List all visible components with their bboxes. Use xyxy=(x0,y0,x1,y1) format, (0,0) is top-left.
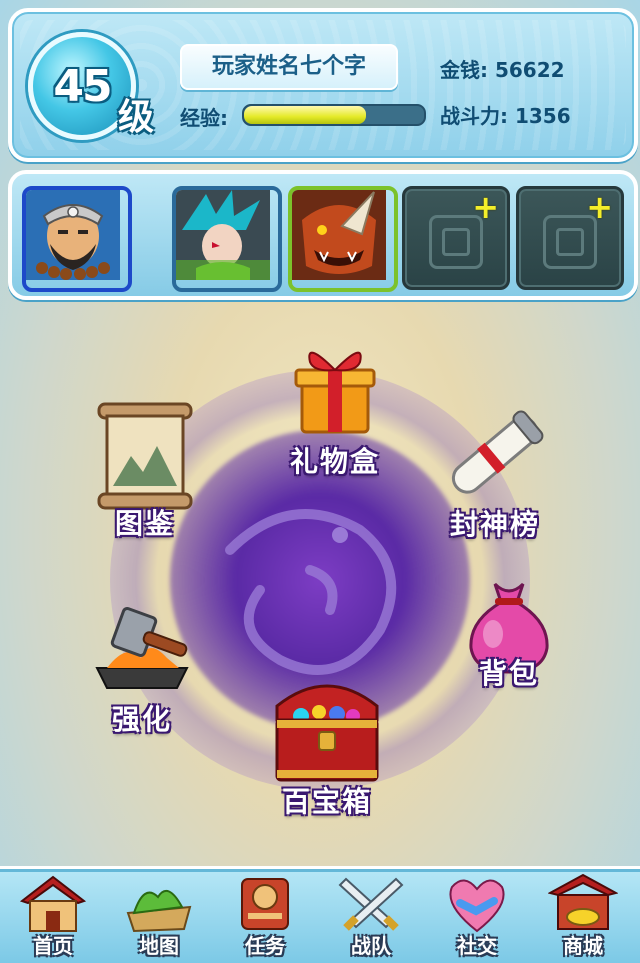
team-panel: + + xyxy=(8,170,638,300)
team-slot-3[interactable] xyxy=(288,186,398,292)
treasure-chest-menu[interactable]: 百宝箱 xyxy=(262,676,392,826)
team-slot-1[interactable] xyxy=(22,186,132,292)
nav-map-button[interactable]: 地图 xyxy=(110,873,208,961)
gift-box-label: 礼物盒 xyxy=(289,445,380,478)
enhance-label: 强化 xyxy=(111,703,172,736)
gold-amount: 金钱: 56622 xyxy=(440,58,565,82)
treasure-chest-label: 百宝箱 xyxy=(281,785,372,818)
rankings-label: 封神榜 xyxy=(449,508,540,541)
add-hero-plus-icon: + xyxy=(472,188,499,226)
nav-team-label: 战队 xyxy=(351,934,391,958)
treasure-chest-icon xyxy=(275,684,379,782)
nav-team-button[interactable]: 战队 xyxy=(322,873,420,961)
painting-scroll-icon xyxy=(97,402,193,510)
nav-social-button[interactable]: 社交 xyxy=(428,873,526,961)
rhino-demon-portrait-icon xyxy=(292,190,386,280)
nav-home-label: 首页 xyxy=(33,934,73,958)
level-number: 45 xyxy=(53,61,112,112)
map-island-icon xyxy=(126,889,192,933)
combat-power: 战斗力: 1356 xyxy=(440,104,571,128)
heart-handshake-icon xyxy=(449,879,505,933)
nav-map-label: 地图 xyxy=(139,934,179,958)
nav-social-label: 社交 xyxy=(457,934,497,958)
nav-tasks-button[interactable]: 任务 xyxy=(216,873,314,961)
nav-shop-button[interactable]: 商城 xyxy=(534,873,632,961)
backpack-menu[interactable]: 背包 xyxy=(454,578,564,708)
nav-shop-label: 商城 xyxy=(563,934,603,958)
nav-tasks-label: 任务 xyxy=(245,934,285,958)
exp-bar-fill xyxy=(244,106,367,124)
level-unit: 级 xyxy=(118,97,155,138)
team-slot-2[interactable] xyxy=(172,186,282,292)
enhance-menu[interactable]: 强化 xyxy=(82,598,202,736)
exp-bar xyxy=(242,104,426,126)
house-icon xyxy=(19,875,87,932)
bottom-nav: 首页 地图 任务 战队 社交 商城 xyxy=(0,866,640,963)
shop-pavilion-icon xyxy=(548,873,618,930)
gift-box-menu[interactable]: 礼物盒 xyxy=(270,340,400,478)
quest-scroll-icon xyxy=(241,878,289,930)
nav-home-button[interactable]: 首页 xyxy=(4,873,102,961)
team-slot-5-empty[interactable]: + xyxy=(516,186,624,290)
atlas-menu[interactable]: 图鉴 xyxy=(80,402,210,552)
bearded-warrior-portrait-icon xyxy=(26,190,120,280)
team-slot-4-empty[interactable]: + xyxy=(402,186,510,290)
exp-label: 经验: xyxy=(180,106,228,130)
crossed-swords-icon xyxy=(338,877,404,931)
gift-box-icon xyxy=(294,351,376,434)
ranking-scroll-icon xyxy=(451,410,544,494)
player-name[interactable]: 玩家姓名七个字 xyxy=(180,44,398,90)
blue-haired-hero-portrait-icon xyxy=(176,190,270,280)
add-hero-plus-icon: + xyxy=(586,188,613,226)
forge-hammer-icon xyxy=(95,607,189,689)
rankings-menu[interactable]: 封神榜 xyxy=(430,405,560,555)
